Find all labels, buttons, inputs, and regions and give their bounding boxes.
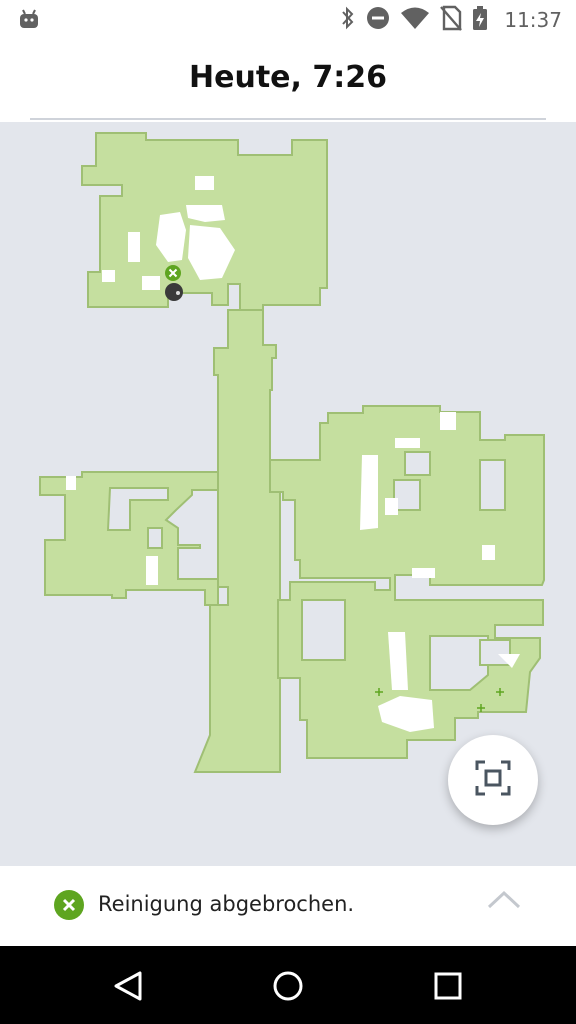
recents-icon[interactable] — [426, 964, 470, 1008]
robot-position-icon — [165, 283, 183, 301]
map-obstacle — [142, 276, 160, 290]
chevron-up-icon[interactable] — [486, 888, 522, 910]
page-title: Heute, 7:26 — [189, 60, 387, 95]
back-icon[interactable] — [106, 964, 150, 1008]
map-obstacle — [385, 498, 398, 515]
header: Heute, 7:26 — [0, 40, 576, 120]
bluetooth-icon — [340, 6, 356, 34]
fit-to-screen-icon — [475, 760, 511, 800]
cleaning-stopped-icon — [165, 265, 181, 281]
map-obstacle — [412, 568, 435, 578]
map-obstacle — [146, 556, 158, 585]
status-bar: 11:37 — [0, 0, 576, 40]
map-obstacle — [360, 455, 378, 530]
cancel-circle-icon — [54, 890, 84, 920]
map-wall — [404, 451, 431, 476]
map-obstacle — [102, 270, 115, 282]
map-area-top-room — [81, 132, 328, 316]
map-obstacle — [128, 232, 140, 262]
map-obstacle — [440, 412, 456, 430]
map-wall — [147, 527, 163, 549]
map-obstacle — [195, 176, 214, 190]
map-wall — [301, 599, 346, 661]
do-not-disturb-icon — [366, 6, 390, 34]
home-icon[interactable] — [266, 964, 310, 1008]
status-time: 11:37 — [504, 8, 562, 32]
navigation-bar — [0, 946, 576, 1024]
map-obstacle — [395, 438, 420, 448]
map-obstacle — [66, 476, 76, 490]
map-wall — [479, 459, 506, 511]
battery-charging-icon — [472, 5, 488, 35]
header-divider — [30, 118, 546, 120]
wifi-icon — [400, 6, 430, 34]
cleaning-status-text: Reinigung abgebrochen. — [98, 892, 355, 916]
map-area-corridor — [193, 309, 281, 773]
no-sim-icon — [440, 5, 463, 35]
map-obstacle — [482, 545, 495, 560]
android-notification-icon — [18, 8, 40, 30]
fit-map-button[interactable] — [448, 735, 538, 825]
